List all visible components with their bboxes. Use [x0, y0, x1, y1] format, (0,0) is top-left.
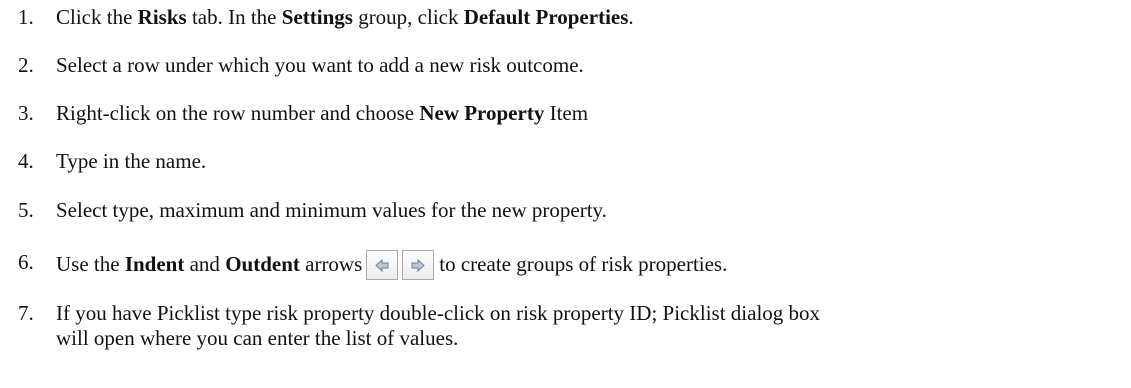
step-number: 2. [18, 53, 34, 77]
text-run: tab. In the [186, 5, 282, 29]
text-line-2: will open where you can enter the list o… [56, 326, 459, 350]
text-run: Use the [56, 252, 125, 276]
step-number: 7. [18, 301, 34, 325]
text-run: Item [544, 101, 589, 125]
text-run: Click the [56, 5, 138, 29]
step-text: If you have Picklist type risk property … [56, 301, 1123, 351]
bold-term-outdent: Outdent [225, 252, 300, 276]
bold-term-default-properties: Default Properties [463, 5, 629, 29]
step-text: Right-click on the row number and choose… [56, 101, 1123, 126]
text-run: . [628, 5, 634, 29]
bold-term-settings: Settings [281, 5, 353, 29]
indent-outdent-buttons-image [366, 250, 435, 280]
text-run: arrows [299, 252, 363, 276]
right-arrow-icon [402, 250, 435, 280]
step-number: 6. [18, 250, 34, 274]
text-run: and [184, 252, 226, 276]
step-text: Select a row under which you want to add… [56, 53, 584, 77]
bold-term-indent: Indent [124, 252, 185, 276]
text-run: to create groups of risk properties. [439, 252, 728, 276]
step-text: Click the Risks tab. In the Settings gro… [56, 5, 1123, 30]
text-run: group, click [352, 5, 464, 29]
bold-term-risks: Risks [137, 5, 187, 29]
step-number: 4. [18, 149, 34, 173]
left-arrow-icon [366, 250, 399, 280]
step-text: Type in the name. [56, 149, 207, 173]
step-text: Select type, maximum and minimum values … [56, 198, 607, 222]
bold-term-new-property: New Property [419, 101, 545, 125]
step-number: 5. [18, 198, 34, 222]
step-text: Use the Indent and Outdent arrows to crea… [56, 250, 1123, 280]
text-run: Right-click on the row number and choose [56, 101, 420, 125]
step-number: 1. [18, 5, 34, 29]
text-line-1: If you have Picklist type risk property … [56, 301, 821, 325]
step-number: 3. [18, 101, 34, 125]
